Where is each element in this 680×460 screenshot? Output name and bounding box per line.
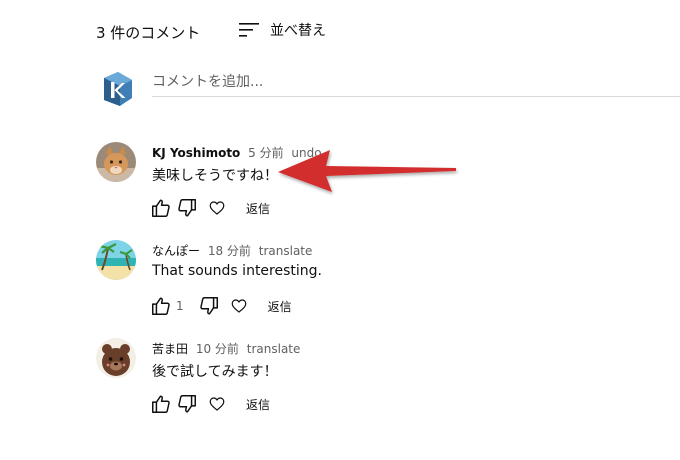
comment-text: That sounds interesting.: [152, 263, 322, 279]
sort-label: 並べ替え: [270, 23, 326, 39]
bear-avatar[interactable]: [96, 338, 136, 378]
cat-avatar[interactable]: [96, 142, 136, 182]
comment-actions: 返信: [150, 197, 270, 219]
dislike-button[interactable]: [176, 393, 198, 415]
comment-author[interactable]: なんぽー: [152, 244, 200, 258]
beach-avatar[interactable]: [96, 240, 136, 280]
comment-actions: 返信: [150, 393, 270, 415]
comment-time[interactable]: 10 分前: [196, 342, 239, 356]
dislike-button[interactable]: [198, 295, 220, 317]
translate-link[interactable]: translate: [247, 342, 301, 356]
comment-actions: 1 返信: [150, 295, 292, 317]
sort-icon: [239, 23, 259, 37]
add-comment-input[interactable]: コメントを追加...: [152, 72, 680, 97]
thumbs-down-icon: [178, 199, 196, 217]
heart-button[interactable]: [208, 395, 226, 413]
heart-icon: [231, 299, 246, 313]
sort-button[interactable]: 並べ替え: [238, 20, 326, 40]
annotation-arrow: [278, 150, 456, 192]
current-user-avatar: [98, 70, 136, 108]
like-button[interactable]: [150, 197, 172, 219]
reply-button[interactable]: 返信: [246, 200, 270, 217]
comment-time[interactable]: 18 分前: [208, 244, 251, 258]
comment-author[interactable]: 苦ま田: [152, 342, 188, 356]
thumbs-down-icon: [199, 297, 218, 315]
comment-text: 美味しそうですね！: [152, 168, 278, 184]
thumbs-up-icon: [152, 199, 170, 217]
translate-link[interactable]: translate: [259, 244, 313, 258]
thumbs-up-icon: [152, 395, 170, 413]
k-logo-icon: [104, 72, 132, 106]
thumbs-down-icon: [178, 395, 196, 413]
reply-button[interactable]: 返信: [246, 396, 270, 413]
reply-button[interactable]: 返信: [268, 298, 292, 315]
comment-text: 後で試してみます！: [152, 364, 278, 380]
dislike-button[interactable]: [176, 197, 198, 219]
heart-icon: [209, 397, 225, 411]
like-count: 1: [176, 299, 184, 313]
thumbs-up-icon: [152, 297, 170, 315]
comment-count: 3 件のコメント: [96, 24, 201, 42]
heart-button[interactable]: [230, 297, 248, 315]
like-button[interactable]: 1: [150, 295, 184, 317]
heart-icon: [209, 201, 225, 215]
comment-author[interactable]: KJ Yoshimoto: [152, 146, 240, 160]
like-button[interactable]: [150, 393, 172, 415]
heart-button[interactable]: [208, 199, 226, 217]
